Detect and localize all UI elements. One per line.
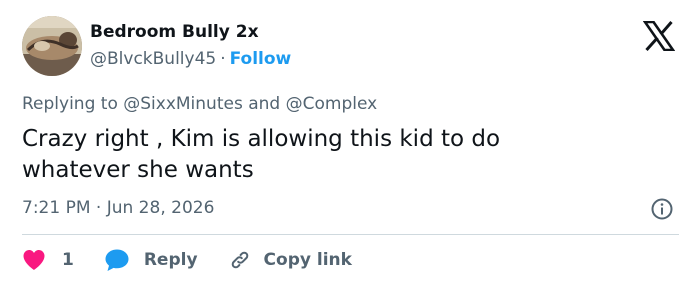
mention-link[interactable]: @Complex xyxy=(286,94,378,114)
timestamp-separator: · xyxy=(95,198,102,218)
divider xyxy=(22,234,679,235)
reply-bubble-icon xyxy=(105,249,129,271)
like-button[interactable]: 1 xyxy=(22,249,74,271)
tweet-text-line: whatever she wants xyxy=(22,157,254,183)
author-display-name[interactable]: Bedroom Bully 2x xyxy=(90,22,259,42)
reply-button[interactable]: Reply xyxy=(104,248,198,272)
info-icon[interactable] xyxy=(650,197,674,221)
avatar-image xyxy=(22,16,82,76)
author-handle[interactable]: @BlvckBully45 xyxy=(90,49,216,69)
mention-link[interactable]: @SixxMinutes xyxy=(123,94,243,114)
x-logo-icon[interactable] xyxy=(642,20,676,52)
tweet-timestamp[interactable]: 7:21 PM · Jun 28, 2026 xyxy=(22,198,214,218)
author-handle-row: @BlvckBully45 · Follow xyxy=(90,49,291,69)
follow-button[interactable]: Follow xyxy=(230,49,292,69)
copy-link-label: Copy link xyxy=(263,250,352,270)
tweet-text: Crazy right , Kim is allowing this kid t… xyxy=(22,124,642,186)
handle-separator: · xyxy=(220,49,226,69)
avatar[interactable] xyxy=(22,16,82,76)
like-count: 1 xyxy=(62,250,74,270)
reply-label: Reply xyxy=(143,250,198,270)
reply-conjunction: and xyxy=(248,94,281,114)
copy-link-button[interactable]: Copy link xyxy=(228,248,352,272)
link-icon xyxy=(231,251,248,269)
tweet-date: Jun 28, 2026 xyxy=(106,198,215,218)
action-bar: 1 Reply Copy link xyxy=(22,248,352,272)
tweet-text-line: Crazy right , Kim is allowing this kid t… xyxy=(22,126,501,152)
reply-context: Replying to @SixxMinutes and @Complex xyxy=(22,94,377,114)
tweet-time: 7:21 PM xyxy=(22,198,91,218)
reply-prefix: Replying to xyxy=(22,94,118,114)
heart-icon xyxy=(23,250,45,270)
